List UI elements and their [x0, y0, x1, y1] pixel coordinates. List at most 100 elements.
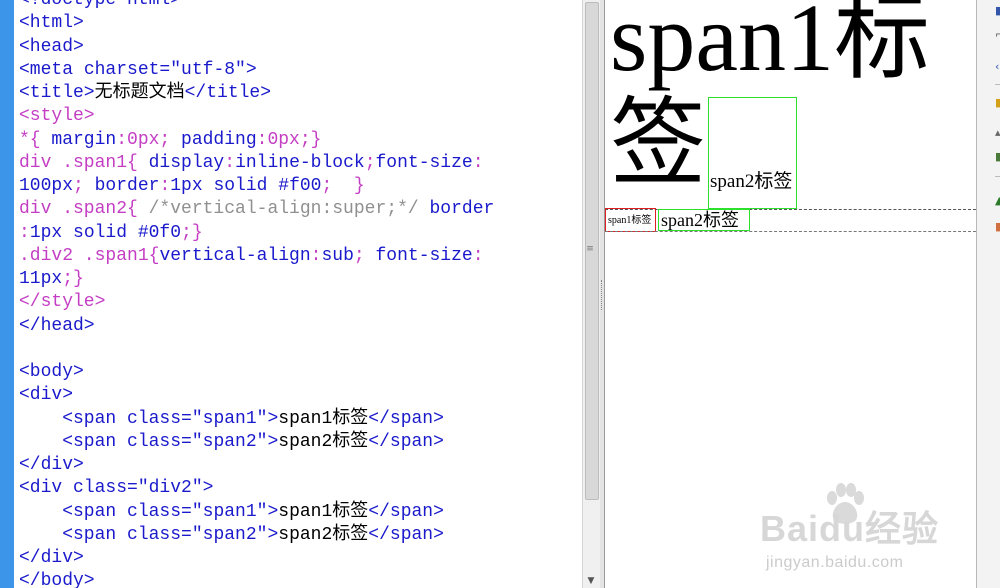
code-token: class=	[127, 524, 192, 545]
code-token: :	[224, 152, 236, 173]
code-token: span1标签	[278, 408, 369, 429]
code-line[interactable]: </head>	[19, 315, 494, 338]
code-line[interactable]: div .span1{ display:inline-block;font-si…	[19, 152, 494, 175]
code-token: </span>	[368, 501, 444, 522]
code-token: <meta	[19, 59, 84, 80]
code-token: >	[267, 501, 279, 522]
watermark-domain: jingyan.baidu.com	[766, 554, 904, 571]
code-token: class=	[73, 478, 138, 499]
code-token: "div2"	[137, 478, 203, 499]
code-line[interactable]: div .span2{ /*vertical-align:super;*/ bo…	[19, 198, 494, 221]
down-arrow-icon[interactable]: ▼	[586, 576, 596, 586]
div2-span2: span2标签	[658, 209, 750, 231]
code-token: ;	[364, 152, 376, 173]
code-token: 1px solid #0f0	[29, 222, 182, 243]
code-token: sub	[321, 245, 354, 266]
code-line[interactable]: 11px;}	[19, 268, 494, 291]
lock-icon[interactable]: ▲	[995, 195, 1000, 206]
code-token: charset=	[83, 59, 171, 80]
code-line[interactable]: <style>	[19, 105, 494, 128]
code-token: :0px;}	[256, 129, 322, 150]
code-token: padding	[181, 129, 257, 150]
code-token: 1px solid #f00	[170, 176, 322, 196]
code-token: span2标签	[278, 431, 369, 452]
code-token: span2标签	[278, 524, 369, 545]
div1-span2-text: span2标签	[710, 171, 793, 192]
code-line[interactable]: 100px; border:1px solid #f00; }	[19, 175, 494, 198]
left-gutter	[0, 0, 14, 588]
code-token: </span>	[368, 524, 444, 545]
code-line[interactable]	[19, 338, 494, 361]
code-token: <head>	[19, 36, 84, 57]
div1-span1-text-line1: span1标	[610, 0, 930, 91]
code-token: "utf-8"	[170, 59, 246, 80]
code-token: <html>	[19, 13, 84, 34]
code-token: margin	[51, 129, 117, 150]
code-token: <style>	[19, 106, 95, 127]
code-token: <span	[19, 431, 128, 452]
code-line[interactable]: <span class="span2">span2标签</span>	[19, 431, 494, 454]
image-icon[interactable]: ■	[995, 151, 1000, 162]
code-line[interactable]: </div>	[19, 547, 494, 570]
code-line[interactable]: <meta charset="utf-8">	[19, 59, 494, 82]
code-token: </title>	[184, 83, 272, 103]
code-token: <div	[19, 478, 74, 499]
code-token: 100px	[19, 176, 74, 196]
code-line[interactable]: <span class="span1">span1标签</span>	[19, 408, 494, 431]
code-token: ;	[73, 176, 95, 196]
code-line[interactable]: <head>	[19, 36, 494, 59]
code-token: div .span2{	[19, 199, 149, 220]
code-token: ;}	[181, 222, 203, 243]
code-line[interactable]: <div>	[19, 384, 494, 407]
code-token: :0px;	[116, 129, 182, 150]
code-lines[interactable]: <!doctype html> <html> <head> <meta charset…	[19, 0, 494, 588]
code-token: vertical-align	[159, 245, 311, 266]
tool-icon[interactable]: ▴	[995, 127, 1000, 138]
code-token: :	[159, 176, 171, 196]
code-line[interactable]: <html>	[19, 12, 494, 35]
code-token: border	[94, 176, 160, 196]
div1-span1-text-line2: 签	[610, 90, 706, 197]
code-line[interactable]: </style>	[19, 291, 494, 314]
baseline-guide-bottom	[605, 231, 976, 232]
code-token: <!doctype html>	[19, 0, 182, 10]
code-token: :	[472, 152, 484, 173]
code-token: </span>	[368, 431, 444, 452]
code-line[interactable]: <title>无标题文档</title>	[19, 82, 494, 105]
code-editor[interactable]: <!doctype html> <html> <head> <meta charset…	[14, 0, 582, 588]
code-token: "span1"	[191, 501, 268, 522]
code-token: <title>	[19, 83, 95, 103]
code-token: :	[19, 222, 30, 243]
code-line[interactable]: <div class="div2">	[19, 477, 494, 500]
code-line[interactable]: .div2 .span1{vertical-align:sub; font-si…	[19, 245, 494, 268]
code-token: "span2"	[191, 431, 268, 452]
code-line[interactable]: <!doctype html>	[19, 0, 494, 12]
chevron-left-icon[interactable]: ‹	[995, 61, 1000, 72]
file-icon[interactable]: ■	[995, 221, 1000, 232]
code-line[interactable]: </body>	[19, 570, 494, 588]
panel-icon[interactable]: ■	[995, 5, 1000, 16]
code-line[interactable]: <span class="span2">span2标签</span>	[19, 524, 494, 547]
panel-icon[interactable]: ⌐	[995, 29, 1000, 40]
code-token: font-size	[375, 152, 473, 173]
code-token: class=	[127, 431, 192, 452]
code-token: .div2 .span1{	[19, 245, 160, 266]
code-line[interactable]: *{ margin:0px; padding:0px;}	[19, 129, 494, 152]
divider	[995, 176, 1000, 177]
code-line[interactable]: </div>	[19, 454, 494, 477]
watermark-brand: Baidu经验	[760, 508, 940, 549]
code-line[interactable]: :1px solid #0f0;}	[19, 222, 494, 245]
editor-scrollbar[interactable]: ≡ ▼	[582, 0, 600, 588]
folder-icon[interactable]: ■	[995, 97, 1000, 108]
code-line[interactable]: <span class="span1">span1标签</span>	[19, 501, 494, 524]
code-line[interactable]: <body>	[19, 361, 494, 384]
splitter-grip	[601, 280, 604, 310]
code-token: <body>	[19, 362, 84, 382]
code-token: <span	[19, 501, 128, 522]
code-token: span1标签	[278, 501, 369, 522]
code-token: </style>	[19, 292, 106, 313]
baidu-watermark: Baidu经验 jingyan.baidu.com	[760, 474, 970, 584]
code-token: <div>	[19, 385, 74, 406]
code-token: display	[148, 152, 225, 173]
right-toolbar: ■ ⌐ ‹ ■ ▴ ■ ▲ ■	[976, 0, 1000, 588]
